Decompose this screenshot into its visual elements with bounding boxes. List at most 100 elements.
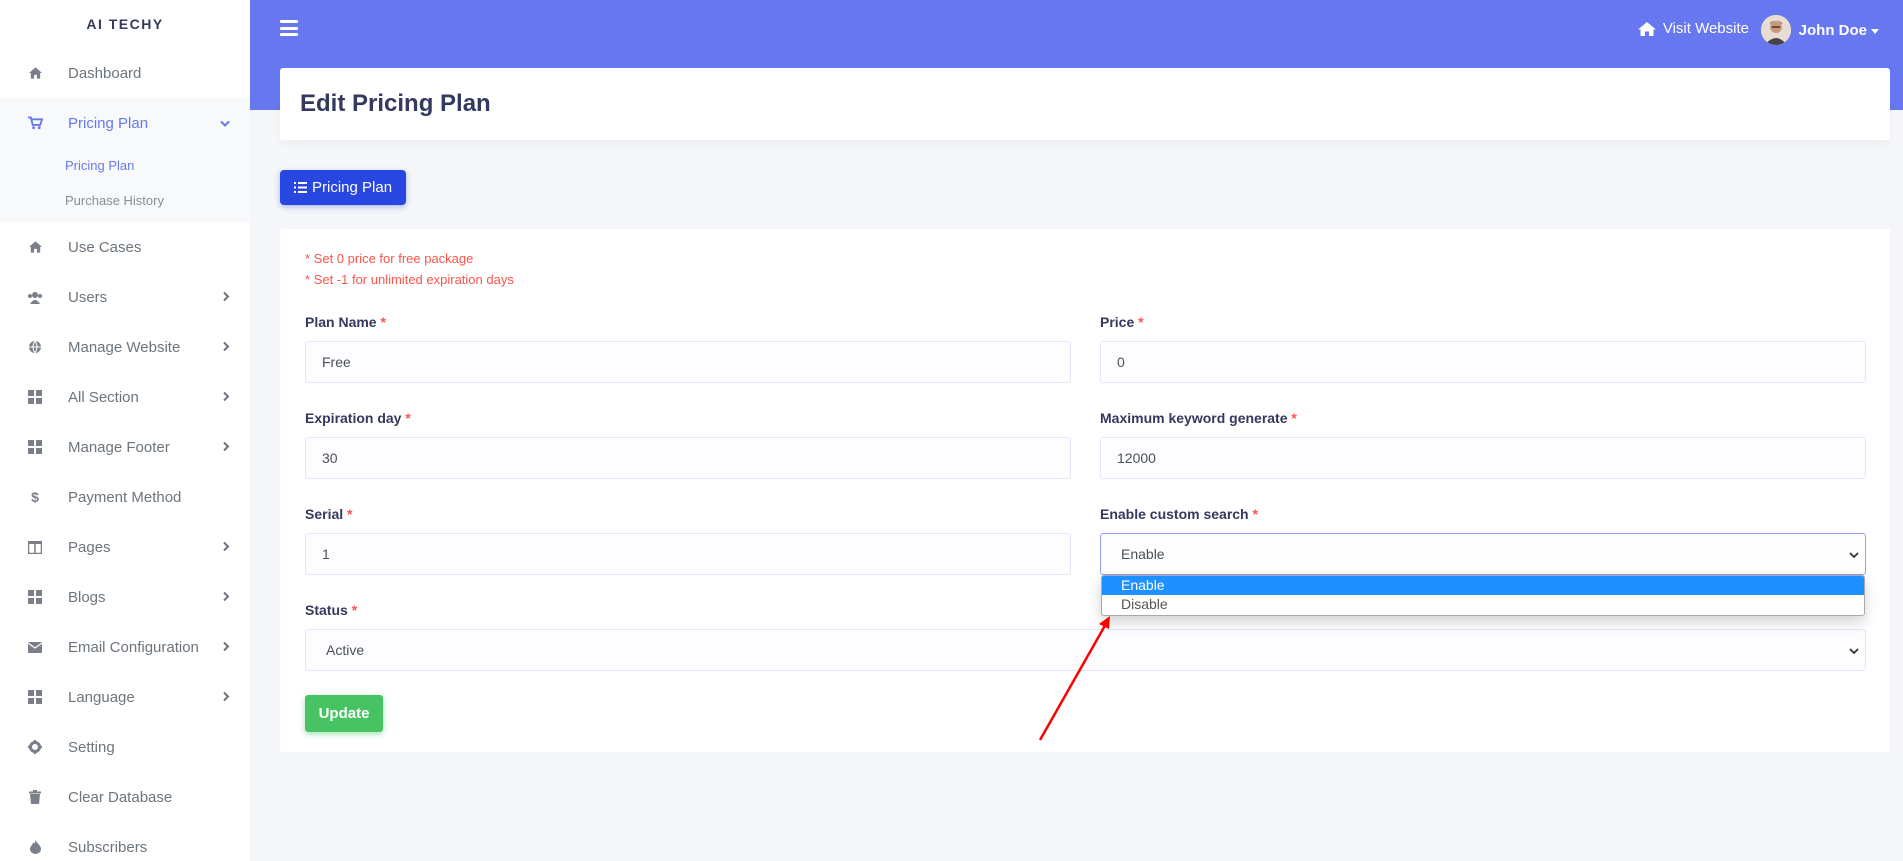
home-icon	[27, 65, 43, 81]
sidebar-item-email-configuration[interactable]: Email Configuration	[0, 622, 250, 672]
chevron-down-icon	[1849, 630, 1859, 670]
sidebar-item-label: Dashboard	[68, 64, 142, 82]
sidebar-item-use-cases[interactable]: Use Cases	[0, 222, 250, 272]
users-icon	[27, 289, 43, 305]
visit-website-link[interactable]: Visit Website	[1637, 20, 1749, 37]
sidebar-item-label: Payment Method	[68, 488, 182, 506]
sidebar-item-label: Setting	[68, 738, 115, 756]
sidebar-item-clear-database[interactable]: Clear Database	[0, 772, 250, 822]
chevron-down-icon	[220, 115, 230, 132]
serial-input[interactable]: 1	[305, 533, 1071, 575]
chevron-right-icon	[223, 439, 230, 456]
price-label: Price *	[1100, 314, 1144, 330]
sidebar-item-dashboard[interactable]: Dashboard	[0, 48, 250, 98]
sidebar-item-setting[interactable]: Setting	[0, 722, 250, 772]
sidebar-item-manage-footer[interactable]: Manage Footer	[0, 422, 250, 472]
sidebar: AI TECHY Dashboard Pricing Plan Pricing …	[0, 0, 250, 861]
grid-icon	[27, 389, 43, 405]
custom-search-select[interactable]: Enable	[1100, 533, 1866, 575]
globe-icon	[27, 339, 43, 355]
required-mark: *	[380, 314, 386, 330]
chevron-right-icon	[223, 589, 230, 606]
page-header: Edit Pricing Plan	[280, 68, 1890, 140]
price-input[interactable]: 0	[1100, 341, 1866, 383]
home-icon	[1637, 21, 1656, 36]
required-mark: *	[1252, 506, 1258, 522]
status-selected-value: Active	[326, 642, 365, 658]
hamburger-menu-icon[interactable]	[280, 20, 298, 36]
max-keyword-input[interactable]: 12000	[1100, 437, 1866, 479]
update-button[interactable]: Update	[305, 695, 383, 732]
pricing-plan-list-button[interactable]: Pricing Plan	[280, 170, 407, 205]
sidebar-item-label: Clear Database	[68, 788, 173, 806]
pricing-plan-button-label: Pricing Plan	[312, 179, 393, 196]
chevron-down-icon	[1849, 534, 1859, 574]
sidebar-item-pricing-plan[interactable]: Pricing Plan	[0, 98, 250, 148]
sidebar-item-label: Manage Website	[68, 338, 181, 356]
chevron-right-icon	[223, 289, 230, 306]
user-dropdown[interactable]: John Doe	[1760, 15, 1879, 45]
sidebar-item-blogs[interactable]: Blogs	[0, 572, 250, 622]
status-label-text: Status	[305, 602, 348, 618]
option-disable[interactable]: Disable	[1102, 595, 1864, 614]
sidebar-item-subscribers[interactable]: Subscribers	[0, 822, 250, 861]
sidebar-item-label: Email Configuration	[68, 638, 199, 656]
gear-icon	[27, 739, 43, 755]
custom-search-options-list: Enable Disable	[1101, 575, 1865, 616]
page-title: Edit Pricing Plan	[300, 90, 491, 117]
submenu-item-pricing-plan[interactable]: Pricing Plan	[0, 148, 250, 183]
max-keyword-label-text: Maximum keyword generate	[1100, 410, 1288, 426]
sidebar-item-label: Pages	[68, 538, 111, 556]
expiration-day-label: Expiration day *	[305, 410, 411, 426]
required-mark: *	[405, 410, 411, 426]
required-mark: *	[1291, 410, 1297, 426]
home-icon	[27, 239, 43, 255]
expiration-day-label-text: Expiration day	[305, 410, 402, 426]
cart-icon	[27, 115, 43, 131]
sidebar-item-label: Use Cases	[68, 238, 142, 256]
required-mark: *	[351, 602, 358, 618]
required-mark: *	[1138, 314, 1144, 330]
price-label-text: Price	[1100, 314, 1135, 330]
caret-down-icon	[1871, 28, 1879, 34]
chevron-right-icon	[223, 639, 230, 656]
max-keyword-label: Maximum keyword generate *	[1100, 410, 1297, 426]
sidebar-item-manage-website[interactable]: Manage Website	[0, 322, 250, 372]
chevron-right-icon	[223, 539, 230, 556]
plan-name-input[interactable]: Free	[305, 341, 1071, 383]
grid-icon	[27, 689, 43, 705]
sidebar-item-label: Manage Footer	[68, 438, 170, 456]
expiration-day-input[interactable]: 30	[305, 437, 1071, 479]
sidebar-item-payment-method[interactable]: $ Payment Method	[0, 472, 250, 522]
visit-website-label: Visit Website	[1662, 20, 1749, 37]
option-enable[interactable]: Enable	[1102, 576, 1864, 595]
custom-search-selected-value: Enable	[1121, 546, 1165, 562]
required-mark: *	[347, 506, 353, 522]
sidebar-item-label: Blogs	[68, 588, 106, 606]
custom-search-label-text: Enable custom search	[1100, 506, 1249, 522]
sidebar-item-label: Users	[68, 288, 108, 306]
pricing-plan-submenu: Pricing Plan Purchase History	[0, 148, 250, 222]
brand-logo[interactable]: AI TECHY	[0, 0, 250, 48]
sidebar-item-pages[interactable]: Pages	[0, 522, 250, 572]
chevron-right-icon	[223, 689, 230, 706]
submenu-item-purchase-history[interactable]: Purchase History	[0, 183, 250, 218]
sidebar-item-label: Subscribers	[68, 838, 148, 856]
annotation-arrow	[1038, 616, 1110, 741]
sidebar-item-users[interactable]: Users	[0, 272, 250, 322]
serial-label: Serial *	[305, 506, 352, 522]
chevron-right-icon	[223, 339, 230, 356]
fire-icon	[27, 839, 43, 855]
columns-icon	[27, 539, 43, 555]
avatar	[1760, 15, 1791, 45]
plan-name-label-text: Plan Name	[305, 314, 377, 330]
trash-icon	[27, 789, 43, 805]
sidebar-item-all-section[interactable]: All Section	[0, 372, 250, 422]
plan-name-label: Plan Name *	[305, 314, 386, 330]
sidebar-item-label: All Section	[68, 388, 139, 406]
grid-icon	[27, 439, 43, 455]
dollar-icon: $	[31, 489, 39, 505]
sidebar-item-language[interactable]: Language	[0, 672, 250, 722]
user-name: John Doe	[1798, 21, 1867, 39]
status-label: Status *	[305, 602, 357, 618]
